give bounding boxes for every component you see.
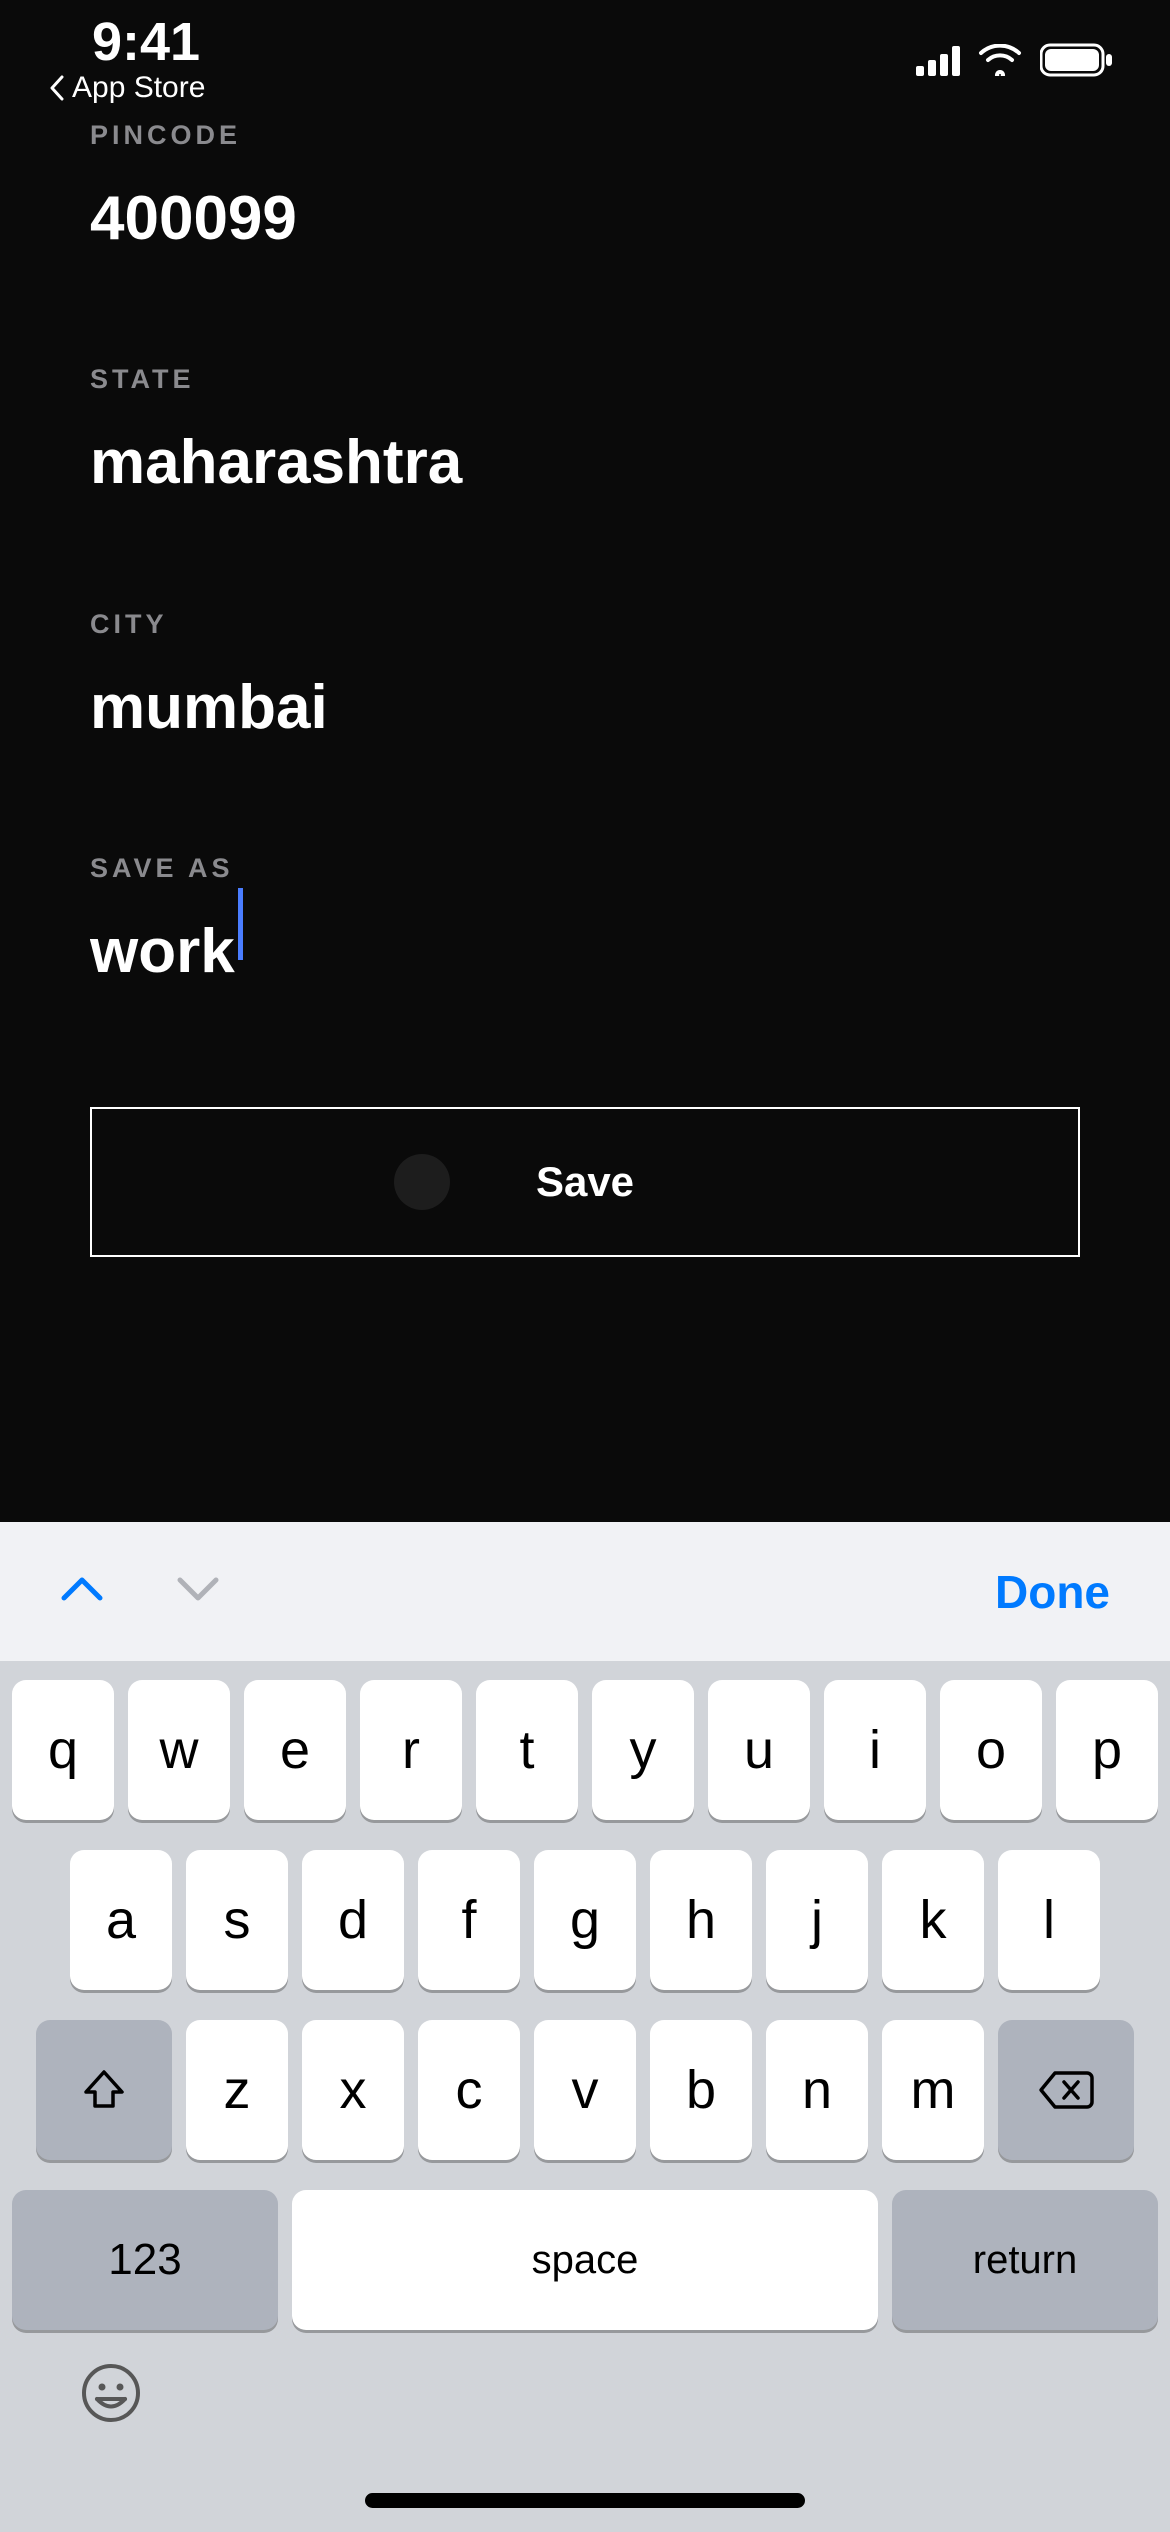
chevron-up-icon <box>60 1576 104 1602</box>
keyboard-row-1: q w e r t y u i o p <box>10 1680 1160 1820</box>
prev-field-button[interactable] <box>60 1576 104 1607</box>
key-p[interactable]: p <box>1056 1680 1158 1820</box>
keyboard-accessory-bar: Done <box>0 1522 1170 1662</box>
chevron-down-icon <box>176 1576 220 1602</box>
emoji-icon <box>80 2362 142 2424</box>
key-b[interactable]: b <box>650 2020 752 2160</box>
key-w[interactable]: w <box>128 1680 230 1820</box>
status-right <box>916 42 1114 78</box>
key-shift[interactable] <box>36 2020 172 2160</box>
state-field: STATE <box>90 364 1080 498</box>
key-k[interactable]: k <box>882 1850 984 1990</box>
keyboard-row-4: 123 space return <box>10 2190 1160 2330</box>
keyboard-bottom <box>0 2330 1170 2470</box>
key-u[interactable]: u <box>708 1680 810 1820</box>
key-e[interactable]: e <box>244 1680 346 1820</box>
city-field: CITY <box>90 609 1080 743</box>
key-c[interactable]: c <box>418 2020 520 2160</box>
back-label: App Store <box>72 71 205 105</box>
pincode-field: PINCODE <box>90 120 1080 254</box>
state-input[interactable] <box>90 427 1080 498</box>
key-l[interactable]: l <box>998 1850 1100 1990</box>
key-v[interactable]: v <box>534 2020 636 2160</box>
key-123[interactable]: 123 <box>12 2190 278 2330</box>
accessory-nav <box>60 1576 220 1607</box>
key-d[interactable]: d <box>302 1850 404 1990</box>
key-i[interactable]: i <box>824 1680 926 1820</box>
key-n[interactable]: n <box>766 2020 868 2160</box>
key-return[interactable]: return <box>892 2190 1158 2330</box>
save-button[interactable]: Save <box>90 1107 1080 1257</box>
save-as-input[interactable] <box>90 916 237 987</box>
save-as-field: SAVE AS <box>90 853 1080 987</box>
key-f[interactable]: f <box>418 1850 520 1990</box>
shift-icon <box>80 2066 128 2114</box>
key-x[interactable]: x <box>302 2020 404 2160</box>
key-g[interactable]: g <box>534 1850 636 1990</box>
key-o[interactable]: o <box>940 1680 1042 1820</box>
key-space[interactable]: space <box>292 2190 878 2330</box>
keyboard-rows: q w e r t y u i o p a s d f g h j k l z <box>0 1662 1170 2330</box>
back-to-app-store[interactable]: App Store <box>48 71 205 105</box>
state-label: STATE <box>90 364 1080 395</box>
status-left: 9:41 App Store <box>92 15 205 105</box>
key-a[interactable]: a <box>70 1850 172 1990</box>
home-indicator[interactable] <box>365 2493 805 2508</box>
pincode-input[interactable] <box>90 183 1080 254</box>
key-h[interactable]: h <box>650 1850 752 1990</box>
form-content: PINCODE STATE CITY SAVE AS Save <box>0 120 1170 1257</box>
keyboard-done-button[interactable]: Done <box>995 1565 1110 1619</box>
text-caret <box>238 888 243 960</box>
cellular-signal-icon <box>916 44 960 76</box>
keyboard-row-2: a s d f g h j k l <box>10 1850 1160 1990</box>
key-t[interactable]: t <box>476 1680 578 1820</box>
key-s[interactable]: s <box>186 1850 288 1990</box>
back-chevron-icon <box>48 75 68 101</box>
keyboard-row-3: z x c v b n m <box>10 2020 1160 2160</box>
pincode-label: PINCODE <box>90 120 1080 151</box>
touch-indicator <box>394 1154 450 1210</box>
status-bar: 9:41 App Store <box>0 0 1170 120</box>
key-backspace[interactable] <box>998 2020 1134 2160</box>
key-j[interactable]: j <box>766 1850 868 1990</box>
key-q[interactable]: q <box>12 1680 114 1820</box>
key-m[interactable]: m <box>882 2020 984 2160</box>
save-button-label: Save <box>536 1158 634 1206</box>
save-as-label: SAVE AS <box>90 853 1080 884</box>
status-time: 9:41 <box>92 15 200 69</box>
key-r[interactable]: r <box>360 1680 462 1820</box>
city-input[interactable] <box>90 672 1080 743</box>
wifi-icon <box>978 44 1022 76</box>
keyboard: Done q w e r t y u i o p a s d f g h j k… <box>0 1522 1170 2532</box>
next-field-button[interactable] <box>176 1576 220 1607</box>
battery-icon <box>1040 42 1114 78</box>
key-z[interactable]: z <box>186 2020 288 2160</box>
key-y[interactable]: y <box>592 1680 694 1820</box>
backspace-icon <box>1037 2069 1095 2111</box>
emoji-keyboard-button[interactable] <box>80 2362 142 2438</box>
city-label: CITY <box>90 609 1080 640</box>
